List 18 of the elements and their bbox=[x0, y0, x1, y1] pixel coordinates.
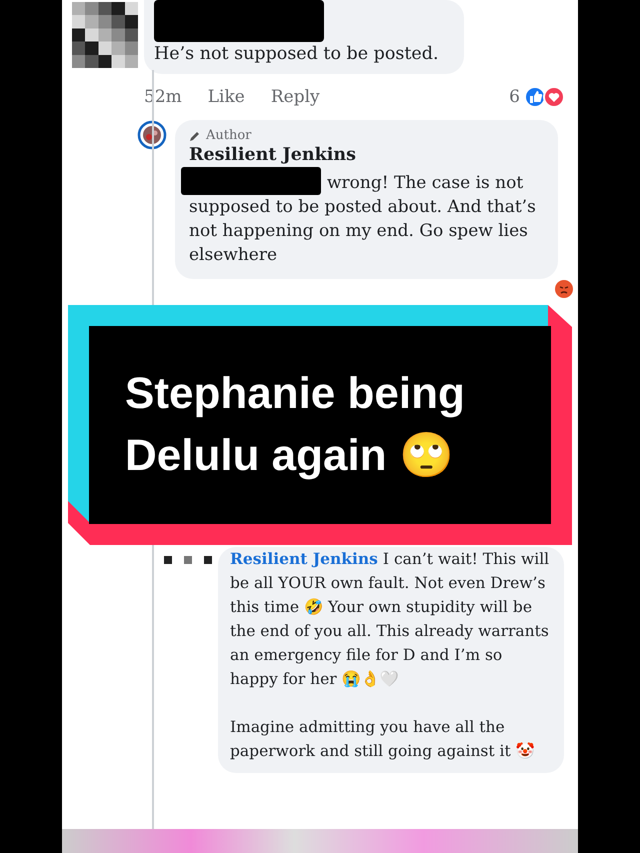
caption-text: Stephanie being Delulu again 🙄 bbox=[125, 368, 466, 482]
mention-link[interactable]: Resilient Jenkins bbox=[230, 549, 378, 568]
reply-text: Resilient Jenkins I can’t wait! This will be all YOUR own fault. Not even Drew’s this time 🤣 Your own stupidity will be the end of you all. This already warrants an emergency file for D and I’m so happy for her 😭👌🤍 bbox=[230, 548, 550, 690]
pixelated-avatar-icon bbox=[164, 555, 214, 565]
author-label: Author bbox=[206, 128, 252, 143]
angry-reaction-icon bbox=[554, 279, 574, 299]
reply-text: Imagine admitting you have all the paperwork and still going against it 🤡 bbox=[230, 717, 536, 762]
reply-text: wrong! The case is not bbox=[327, 172, 524, 195]
like-link[interactable]: Like bbox=[208, 87, 245, 107]
author-name[interactable]: Resilient Jenkins bbox=[189, 143, 544, 167]
comment-text: He’s not supposed to be posted. bbox=[154, 43, 440, 66]
like-heart-reactions-icon bbox=[524, 86, 566, 108]
pencil-icon bbox=[189, 130, 201, 142]
pixelated-avatar-icon bbox=[72, 2, 138, 68]
reply-text: supposed to be posted about. And that’s not happening on my end. Go spew lies elsewhere bbox=[189, 196, 537, 267]
profile-avatar-icon bbox=[137, 120, 167, 150]
reaction-count: 6 bbox=[509, 87, 520, 107]
reply-link[interactable]: Reply bbox=[270, 87, 320, 107]
